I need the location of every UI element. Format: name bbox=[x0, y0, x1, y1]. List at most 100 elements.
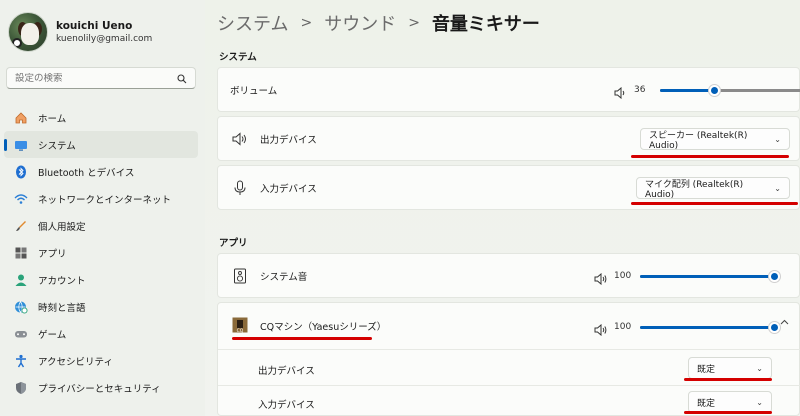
user-email: kuenolily@gmail.com bbox=[56, 34, 153, 44]
sidebar-item-gaming[interactable]: ゲーム bbox=[4, 320, 198, 347]
gamepad-icon bbox=[14, 327, 28, 341]
cq-app-volume-slider[interactable] bbox=[640, 320, 781, 334]
search-input[interactable] bbox=[15, 72, 177, 84]
sidebar-item-label: ゲーム bbox=[38, 329, 67, 341]
breadcrumb-sound[interactable]: サウンド bbox=[324, 10, 396, 36]
sidebar-item-home[interactable]: ホーム bbox=[4, 104, 198, 131]
chevron-down-icon: ⌄ bbox=[756, 397, 763, 407]
output-device-label: 出力デバイス bbox=[260, 134, 317, 146]
shield-icon bbox=[14, 381, 28, 395]
cq-app-volume-value: 100 bbox=[614, 322, 632, 332]
sidebar-item-privacy[interactable]: プライバシーとセキュリティ bbox=[4, 374, 198, 401]
sidebar-item-bluetooth[interactable]: Bluetooth とデバイス bbox=[4, 158, 198, 185]
account-icon bbox=[14, 273, 28, 287]
chevron-right-icon: > bbox=[300, 15, 313, 31]
output-device-card: 出力デバイス スピーカー (Realtek(R) Audio) ⌄ bbox=[217, 116, 800, 161]
divider bbox=[218, 385, 800, 386]
annotation-underline bbox=[684, 378, 772, 381]
input-device-select[interactable]: マイク配列 (Realtek(R) Audio) ⌄ bbox=[636, 177, 790, 200]
globe-clock-icon bbox=[14, 300, 28, 314]
system-sounds-card: システム音 100 bbox=[217, 253, 800, 298]
master-volume-control: 36 bbox=[614, 83, 800, 100]
chevron-down-icon: ⌄ bbox=[756, 363, 763, 373]
input-device-value: マイク配列 (Realtek(R) Audio) bbox=[645, 179, 744, 200]
section-title-system: システム bbox=[219, 52, 257, 63]
cq-input-device-label: 入力デバイス bbox=[258, 400, 315, 411]
divider bbox=[218, 349, 800, 350]
sidebar-item-label: ネットワークとインターネット bbox=[38, 194, 172, 206]
speaker-icon[interactable] bbox=[594, 270, 608, 286]
speaker-icon[interactable] bbox=[594, 321, 608, 337]
sidebar-item-label: 時刻と言語 bbox=[38, 302, 86, 314]
system-sounds-slider[interactable] bbox=[640, 269, 781, 283]
chevron-up-icon[interactable] bbox=[780, 318, 789, 328]
sidebar-item-apps[interactable]: アプリ bbox=[4, 239, 198, 266]
sidebar-item-label: システム bbox=[38, 140, 76, 152]
cq-output-device-label: 出力デバイス bbox=[258, 366, 315, 377]
sidebar-item-label: Bluetooth とデバイス bbox=[38, 167, 135, 179]
output-device-value: スピーカー (Realtek(R) Audio) bbox=[649, 130, 748, 151]
annotation-underline bbox=[631, 202, 798, 205]
system-sounds-slider-thumb[interactable] bbox=[767, 269, 781, 283]
input-device-card: 入力デバイス マイク配列 (Realtek(R) Audio) ⌄ bbox=[217, 165, 800, 210]
chevron-right-icon: > bbox=[408, 15, 420, 31]
chevron-down-icon: ⌄ bbox=[774, 134, 781, 144]
svg-text:CQ: CQ bbox=[237, 328, 244, 333]
sidebar-item-label: アクセシビリティ bbox=[38, 356, 113, 368]
sidebar-item-accounts[interactable]: アカウント bbox=[4, 266, 198, 293]
sidebar-item-label: プライバシーとセキュリティ bbox=[38, 383, 161, 395]
cq-app-card: CQ CQマシン（Yaesuシリーズ） 100 出力デバイス 既定 ⌄ 入力デバ… bbox=[217, 302, 800, 416]
system-sounds-label: システム音 bbox=[260, 271, 308, 283]
cq-app-volume-control: 100 bbox=[594, 320, 781, 337]
user-profile[interactable]: kouichi Ueno kuenolily@gmail.com bbox=[8, 10, 152, 54]
sidebar-item-label: アプリ bbox=[38, 248, 67, 260]
cq-app-slider-thumb[interactable] bbox=[767, 320, 781, 334]
sidebar-item-network[interactable]: ネットワークとインターネット bbox=[4, 185, 198, 212]
display-icon bbox=[14, 138, 28, 152]
chevron-down-icon: ⌄ bbox=[774, 183, 781, 193]
bluetooth-icon bbox=[14, 165, 28, 179]
volume-value: 36 bbox=[634, 85, 646, 95]
apps-icon bbox=[14, 246, 28, 260]
wifi-icon bbox=[14, 192, 28, 206]
sidebar-nav: ホーム システム Bluetooth とデバイス ネットワークとインターネット … bbox=[4, 104, 198, 401]
cq-input-device-select[interactable]: 既定 ⌄ bbox=[688, 391, 772, 413]
system-sounds-volume-control: 100 bbox=[594, 269, 781, 286]
cq-app-label: CQマシン（Yaesuシリーズ） bbox=[260, 322, 387, 333]
cq-output-device-value: 既定 bbox=[697, 364, 716, 375]
output-device-select[interactable]: スピーカー (Realtek(R) Audio) ⌄ bbox=[640, 128, 790, 151]
avatar bbox=[8, 12, 48, 52]
home-icon bbox=[14, 111, 28, 125]
sidebar-item-personalization[interactable]: 個人用設定 bbox=[4, 212, 198, 239]
breadcrumb-system[interactable]: システム bbox=[217, 10, 288, 36]
breadcrumb: システム > サウンド > 音量ミキサー bbox=[217, 10, 540, 36]
sidebar-item-label: 個人用設定 bbox=[38, 221, 86, 233]
cq-output-device-select[interactable]: 既定 ⌄ bbox=[688, 357, 772, 379]
sidebar-item-label: アカウント bbox=[38, 275, 86, 287]
section-title-apps: アプリ bbox=[219, 238, 248, 249]
cq-input-device-value: 既定 bbox=[697, 398, 716, 409]
volume-slider-thumb[interactable] bbox=[707, 83, 721, 97]
sidebar-item-label: ホーム bbox=[38, 113, 67, 125]
annotation-underline bbox=[631, 155, 789, 158]
volume-label: ボリューム bbox=[230, 85, 278, 97]
speaker-device-icon bbox=[232, 268, 248, 284]
main-content: システム > サウンド > 音量ミキサー システム ボリューム 36 出力デバイ… bbox=[205, 0, 800, 416]
brush-icon bbox=[14, 219, 28, 233]
page-title: 音量ミキサー bbox=[431, 14, 540, 35]
volume-slider[interactable] bbox=[660, 83, 800, 97]
sidebar-item-system[interactable]: システム bbox=[4, 131, 198, 158]
input-device-label: 入力デバイス bbox=[260, 183, 317, 195]
user-name: kouichi Ueno bbox=[56, 20, 133, 32]
speaker-icon[interactable] bbox=[614, 84, 628, 100]
search-box[interactable] bbox=[6, 67, 196, 89]
sidebar-item-time-language[interactable]: 時刻と言語 bbox=[4, 293, 198, 320]
annotation-underline bbox=[684, 411, 772, 414]
annotation-underline bbox=[232, 337, 372, 340]
speaker-icon bbox=[232, 131, 248, 147]
system-sounds-value: 100 bbox=[614, 271, 632, 281]
sidebar-item-accessibility[interactable]: アクセシビリティ bbox=[4, 347, 198, 374]
accessibility-icon bbox=[14, 354, 28, 368]
search-icon bbox=[177, 69, 187, 88]
microphone-icon bbox=[232, 180, 248, 196]
